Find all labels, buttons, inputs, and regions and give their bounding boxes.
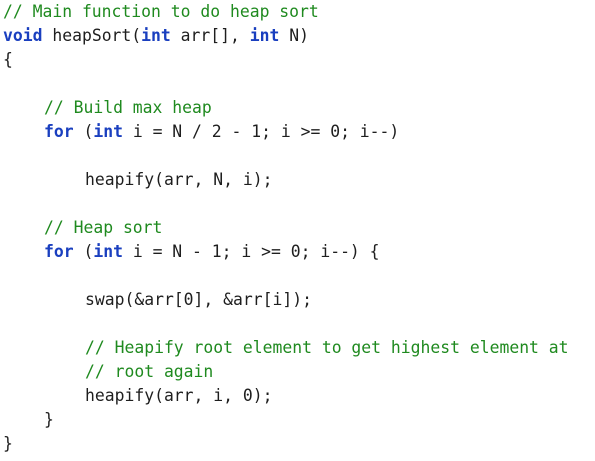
loop-header: i = N / 2 - 1; i >= 0; i--) [122,122,400,141]
function-name: heapSort( [42,26,142,45]
code-line-5: // Build max heap [0,96,595,120]
code-line-13: swap(&arr[0], &arr[i]); [0,288,595,312]
keyword: for [44,242,74,261]
code-line-3: { [0,48,595,72]
loop-header: i = N - 1; i >= 0; i--) { [122,242,380,261]
code-line-10: // Heap sort [0,216,595,240]
statement: heapify(arr, N, i); [85,170,273,189]
param-type: int [141,26,171,45]
code-line-16: // root again [0,360,595,384]
param-name: arr[], [170,26,250,45]
statement: heapify(arr, i, 0); [85,386,273,405]
code-editor: // Main function to do heap sort void he… [0,0,595,461]
return-type: void [3,26,43,45]
comment: // Heapify root element to get highest e… [85,338,569,357]
code-line-19: } [0,432,595,456]
statement: swap(&arr[0], &arr[i]); [85,290,312,309]
type: int [93,242,123,261]
param-type: int [249,26,280,45]
code-line-6: for (int i = N / 2 - 1; i >= 0; i--) [0,120,595,144]
code-line-11: for (int i = N - 1; i >= 0; i--) { [0,240,595,264]
code-line-1: // Main function to do heap sort [0,0,595,24]
comment: // Build max heap [44,98,212,117]
code-line-2: void heapSort(int arr[], int N) [0,24,595,48]
comment: // Heap sort [44,218,163,237]
paren: ( [73,242,94,261]
brace: { [3,50,13,69]
code-line-17: heapify(arr, i, 0); [0,384,595,408]
param-name: N) [279,26,309,45]
code-line-8: heapify(arr, N, i); [0,168,595,192]
comment: // root again [85,362,214,381]
keyword: for [44,122,74,141]
brace: } [3,434,13,453]
code-line-15: // Heapify root element to get highest e… [0,336,595,360]
code-line-18: } [0,408,595,432]
brace: } [44,410,54,429]
comment: // Main function to do heap sort [3,2,319,21]
type: int [93,122,123,141]
paren: ( [73,122,94,141]
